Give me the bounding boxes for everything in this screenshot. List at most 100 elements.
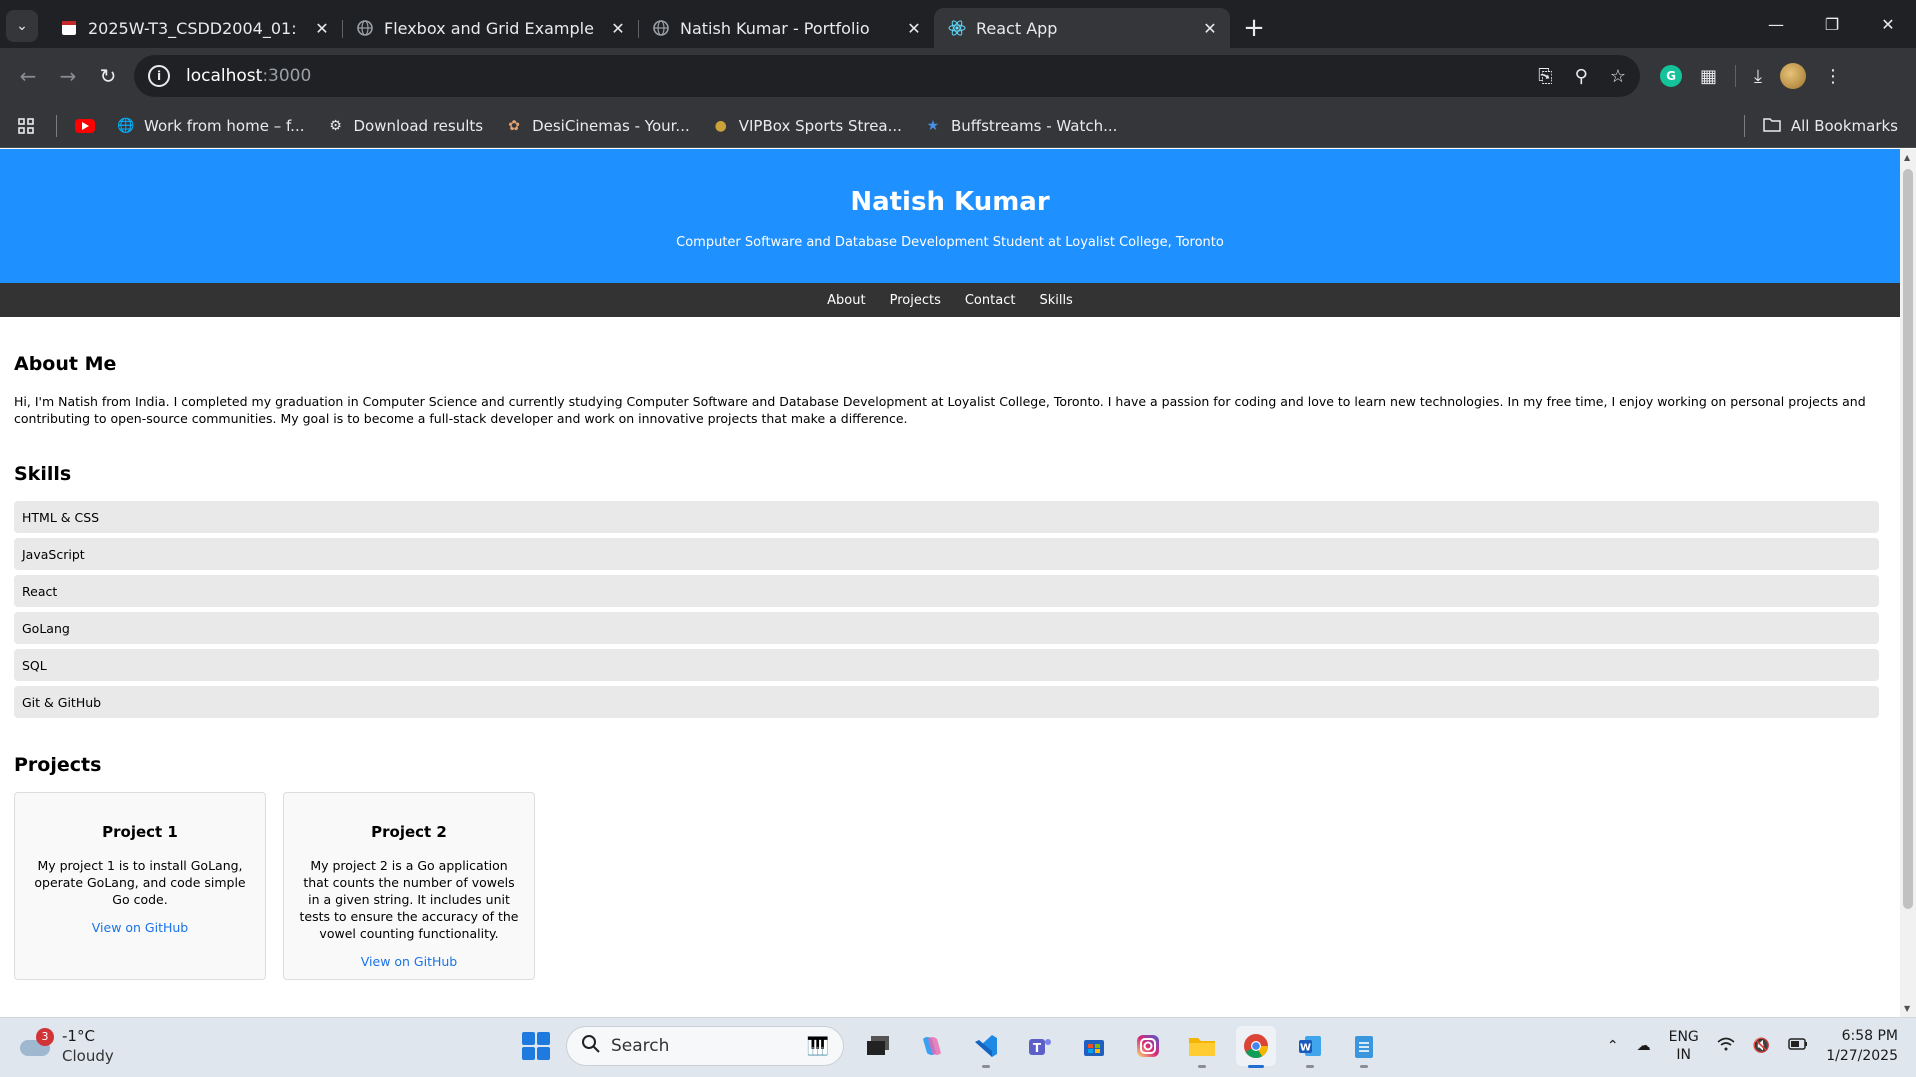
scroll-down-icon[interactable]: ▼: [1904, 1004, 1910, 1013]
taskbar-apps: Search 🎹 T W: [520, 1026, 1384, 1068]
weather-condition: Cloudy: [62, 1047, 114, 1065]
skill-item: SQL: [14, 649, 1879, 681]
skill-item: JavaScript: [14, 538, 1879, 570]
notepad-icon[interactable]: [1344, 1026, 1384, 1068]
gear-icon: ⚙: [329, 117, 342, 134]
bookmark-2[interactable]: ⚙ Download results: [326, 117, 483, 135]
project-github-link[interactable]: View on GitHub: [296, 954, 522, 969]
windows-start-icon[interactable]: [520, 1030, 552, 1062]
tab-search-button[interactable]: ⌄: [6, 10, 38, 42]
bookmark-5[interactable]: ★ Buffstreams - Watch...: [924, 117, 1118, 135]
bookmark-1[interactable]: 🌐 Work from home – f...: [117, 117, 304, 135]
system-tray: ⌃ ☁ ENG IN 🔇 6:58 PM 1/27/2025: [1607, 1026, 1898, 1066]
nav-link-projects[interactable]: Projects: [890, 293, 941, 308]
restore-icon[interactable]: ❐: [1804, 2, 1860, 46]
project-description: My project 2 is a Go application that co…: [299, 858, 519, 941]
toolbar-divider: [1735, 65, 1737, 87]
site-info-icon[interactable]: i: [148, 65, 170, 87]
clock-date: 1/27/2025: [1826, 1048, 1898, 1064]
project-title: Project 2: [371, 823, 447, 841]
volume-muted-icon[interactable]: 🔇: [1753, 1038, 1770, 1054]
close-icon[interactable]: ✕: [904, 18, 924, 38]
apps-grid-icon[interactable]: [18, 117, 34, 134]
bookmark-4[interactable]: ● VIPBox Sports Strea...: [712, 117, 902, 135]
bookmark-star-icon[interactable]: ☆: [1610, 66, 1626, 87]
page-scrollbar[interactable]: ▲ ▼: [1900, 149, 1916, 1017]
skill-item: HTML & CSS: [14, 501, 1879, 533]
close-icon[interactable]: ✕: [1200, 18, 1220, 38]
svg-text:W: W: [1300, 1043, 1311, 1054]
teams-icon[interactable]: T: [1020, 1026, 1060, 1066]
bookmarks-bar: 🌐 Work from home – f... ⚙ Download resul…: [0, 104, 1916, 148]
project-title: Project 1: [102, 823, 178, 841]
chrome-icon[interactable]: [1236, 1026, 1276, 1068]
language-indicator[interactable]: ENG IN: [1669, 1028, 1699, 1064]
forward-icon[interactable]: →: [48, 56, 88, 96]
tab-1[interactable]: 2025W-T3_CSDD2004_01: In-cla ✕: [46, 8, 342, 48]
extensions-icon[interactable]: ▦: [1700, 66, 1717, 87]
task-view-icon[interactable]: [858, 1026, 898, 1066]
youtube-bookmark[interactable]: [75, 118, 95, 133]
zoom-icon[interactable]: ⚲: [1575, 66, 1588, 87]
back-icon[interactable]: ←: [8, 56, 48, 96]
grammarly-extension-icon[interactable]: G: [1660, 65, 1682, 87]
nav-link-skills[interactable]: Skills: [1039, 293, 1072, 308]
main-content: About Me Hi, I'm Natish from India. I co…: [0, 353, 1900, 980]
close-icon[interactable]: ✕: [312, 18, 332, 38]
instagram-icon[interactable]: [1128, 1026, 1168, 1066]
tab-title: React App: [976, 18, 1058, 38]
scroll-thumb[interactable]: [1903, 169, 1913, 909]
file-explorer-icon[interactable]: [1182, 1026, 1222, 1068]
minimize-icon[interactable]: —: [1748, 2, 1804, 46]
download-icon[interactable]: ⤓: [1754, 66, 1762, 87]
taskbar-search[interactable]: Search 🎹: [566, 1026, 844, 1066]
copilot-icon[interactable]: [912, 1026, 952, 1066]
bookmark-label: Work from home – f...: [144, 116, 305, 135]
profile-avatar[interactable]: [1779, 63, 1806, 89]
vscode-icon[interactable]: [966, 1026, 1006, 1068]
about-section: About Me Hi, I'm Natish from India. I co…: [14, 353, 1886, 427]
nav-link-about[interactable]: About: [827, 293, 865, 308]
wifi-icon[interactable]: [1717, 1037, 1735, 1055]
project-github-link[interactable]: View on GitHub: [27, 920, 253, 935]
tab-4-active[interactable]: React App ✕: [934, 8, 1230, 48]
language-line1: ENG: [1668, 1029, 1699, 1045]
install-app-icon[interactable]: ⎘: [1538, 66, 1552, 87]
new-tab-button[interactable]: +: [1238, 12, 1270, 44]
chevron-up-icon[interactable]: ⌃: [1607, 1038, 1619, 1054]
close-icon[interactable]: ✕: [608, 18, 628, 38]
menu-dots-icon[interactable]: ⋮: [1824, 66, 1842, 87]
tab-2[interactable]: Flexbox and Grid Example ✕: [342, 8, 638, 48]
page-viewport: Natish Kumar Computer Software and Datab…: [0, 149, 1900, 1017]
document-icon: [60, 19, 78, 37]
battery-icon[interactable]: [1788, 1038, 1808, 1054]
nav-link-contact[interactable]: Contact: [965, 293, 1016, 308]
skill-item: GoLang: [14, 612, 1879, 644]
scroll-up-icon[interactable]: ▲: [1904, 153, 1910, 162]
bookmark-3[interactable]: ✿ DesiCinemas - Your...: [505, 117, 690, 135]
globe-icon: [652, 19, 670, 37]
weather-widget[interactable]: 3 -1°C Cloudy: [18, 1026, 114, 1066]
bookmark-label: VIPBox Sports Strea...: [738, 116, 902, 135]
close-window-icon[interactable]: ✕: [1860, 2, 1916, 46]
about-text: Hi, I'm Natish from India. I completed m…: [14, 394, 1866, 426]
tab-strip: ⌄ 2025W-T3_CSDD2004_01: In-cla ✕ Flexbox…: [0, 0, 1916, 48]
onedrive-offline-icon[interactable]: ☁: [1637, 1038, 1651, 1054]
skill-item: Git & GitHub: [14, 686, 1879, 718]
tab-3[interactable]: Natish Kumar - Portfolio ✕: [638, 8, 934, 48]
clock[interactable]: 6:58 PM 1/27/2025: [1826, 1026, 1898, 1066]
store-icon[interactable]: [1074, 1026, 1114, 1066]
svg-text:T: T: [1033, 1041, 1042, 1055]
site-title: Natish Kumar: [850, 187, 1050, 217]
site-header: Natish Kumar Computer Software and Datab…: [0, 149, 1900, 283]
projects-grid: Project 1 My project 1 is to install GoL…: [14, 792, 1886, 980]
all-bookmarks-button[interactable]: All Bookmarks: [1763, 116, 1898, 136]
address-port: :3000: [262, 66, 312, 86]
chevron-down-icon: ⌄: [16, 18, 28, 34]
reload-icon[interactable]: ↻: [88, 56, 128, 96]
project-description: My project 1 is to install GoLang, opera…: [34, 858, 246, 907]
address-host: localhost: [186, 66, 263, 86]
projects-section: Projects Project 1 My project 1 is to in…: [14, 754, 1886, 980]
word-icon[interactable]: W: [1290, 1026, 1330, 1068]
address-bar[interactable]: i localhost:3000 ⎘ ⚲ ☆: [134, 55, 1640, 97]
